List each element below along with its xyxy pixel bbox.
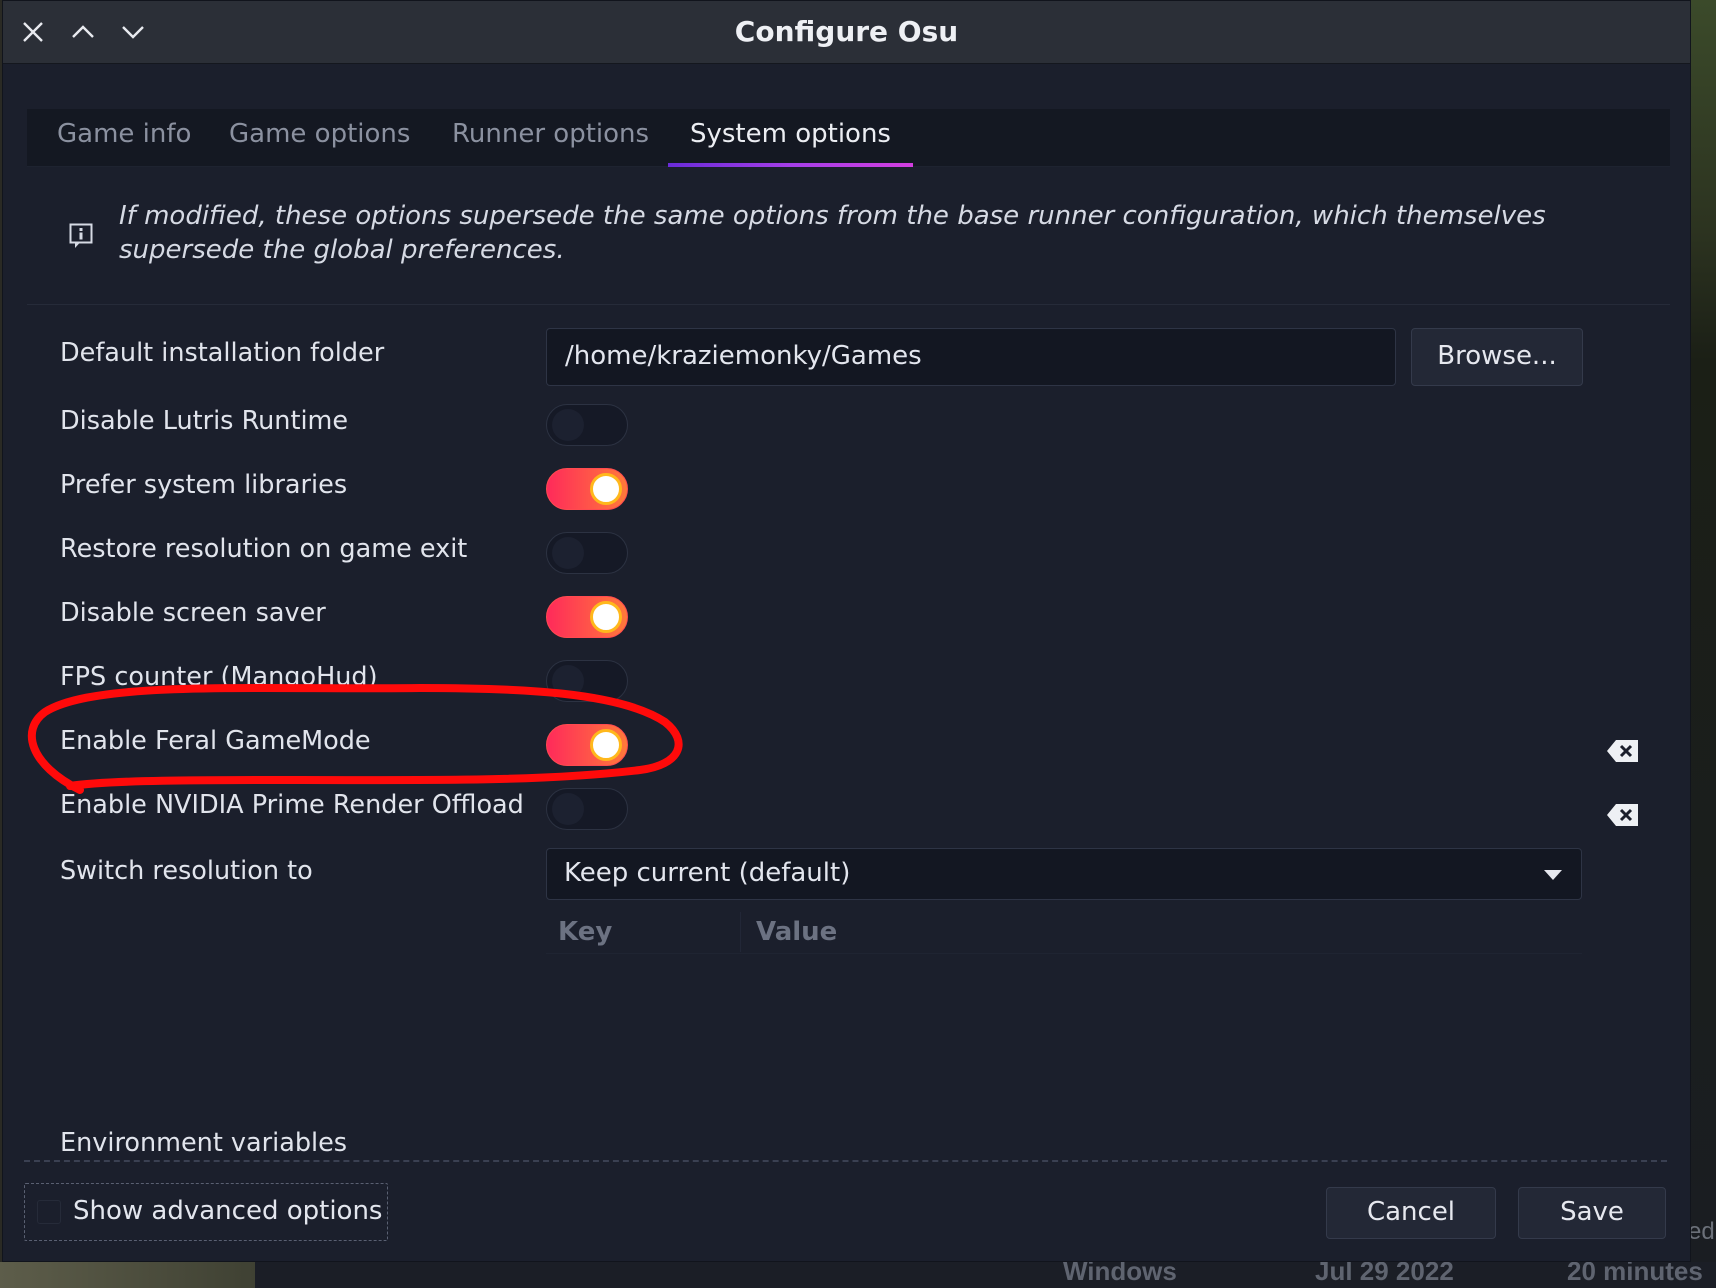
env-vars-table-header: Key Value [546, 910, 1582, 954]
toggle-knob [552, 665, 584, 697]
option-label: Disable Lutris Runtime [60, 406, 349, 436]
browse-button[interactable]: Browse... [1411, 328, 1583, 386]
env-vars-label: Environment variables [60, 1128, 348, 1158]
switch-resolution-select[interactable]: Keep current (default) [546, 848, 1582, 900]
dropdown-arrow-icon [1544, 870, 1562, 880]
checkbox-box[interactable] [37, 1200, 61, 1224]
save-button[interactable]: Save [1518, 1187, 1666, 1239]
column-header-key[interactable]: Key [558, 910, 612, 954]
window-title: Configure Osu [734, 15, 959, 48]
column-divider [740, 912, 741, 952]
column-header-value[interactable]: Value [756, 910, 837, 954]
divider [24, 1160, 1667, 1162]
background-taskbar [0, 1262, 1716, 1288]
tab-bar: Game info Game options Runner options Sy… [27, 109, 1670, 167]
install-folder-label: Default installation folder [60, 338, 385, 368]
restore-resolution-toggle[interactable] [546, 532, 628, 574]
desktop-background-right [1690, 0, 1716, 1288]
toggle-knob [590, 729, 622, 761]
option-label: Enable NVIDIA Prime Render Offload [60, 790, 524, 820]
option-label: FPS counter (MangoHud) [60, 662, 378, 692]
disable-screen-saver-toggle[interactable] [546, 596, 628, 638]
tab-game-options[interactable]: Game options [207, 109, 432, 167]
reset-icon[interactable] [1606, 738, 1640, 764]
option-label: Prefer system libraries [60, 470, 348, 500]
select-value: Keep current (default) [564, 858, 851, 888]
configure-dialog: Configure Osu Game info Game options Run… [2, 0, 1691, 1262]
tab-game-info[interactable]: Game info [35, 109, 213, 167]
show-advanced-label: Show advanced options [73, 1196, 383, 1226]
background-text: ed [1688, 1218, 1715, 1245]
tab-runner-options[interactable]: Runner options [430, 109, 671, 167]
option-label: Restore resolution on game exit [60, 534, 468, 564]
install-folder-input[interactable]: /home/kraziemonky/Games [546, 328, 1396, 386]
info-icon [69, 223, 93, 248]
disable-lutris-runtime-toggle[interactable] [546, 404, 628, 446]
option-label: Enable Feral GameMode [60, 726, 371, 756]
feral-gamemode-toggle[interactable] [546, 724, 628, 766]
toggle-knob [590, 473, 622, 505]
info-banner: If modified, these options supersede the… [27, 167, 1670, 305]
reset-icon[interactable] [1606, 802, 1640, 828]
title-bar: Configure Osu [3, 1, 1690, 64]
prefer-system-libraries-toggle[interactable] [546, 468, 628, 510]
toggle-knob [552, 409, 584, 441]
cancel-button[interactable]: Cancel [1326, 1187, 1496, 1239]
toggle-knob [590, 601, 622, 633]
tab-system-options[interactable]: System options [668, 109, 913, 167]
switch-resolution-label: Switch resolution to [60, 856, 313, 886]
toggle-knob [552, 537, 584, 569]
notice-text: If modified, these options supersede the… [119, 201, 1546, 265]
toggle-knob [552, 793, 584, 825]
mangohud-toggle[interactable] [546, 660, 628, 702]
show-advanced-checkbox[interactable]: Show advanced options [24, 1183, 388, 1241]
nvidia-prime-toggle[interactable] [546, 788, 628, 830]
background-thumbnail [0, 1262, 255, 1288]
option-label: Disable screen saver [60, 598, 326, 628]
